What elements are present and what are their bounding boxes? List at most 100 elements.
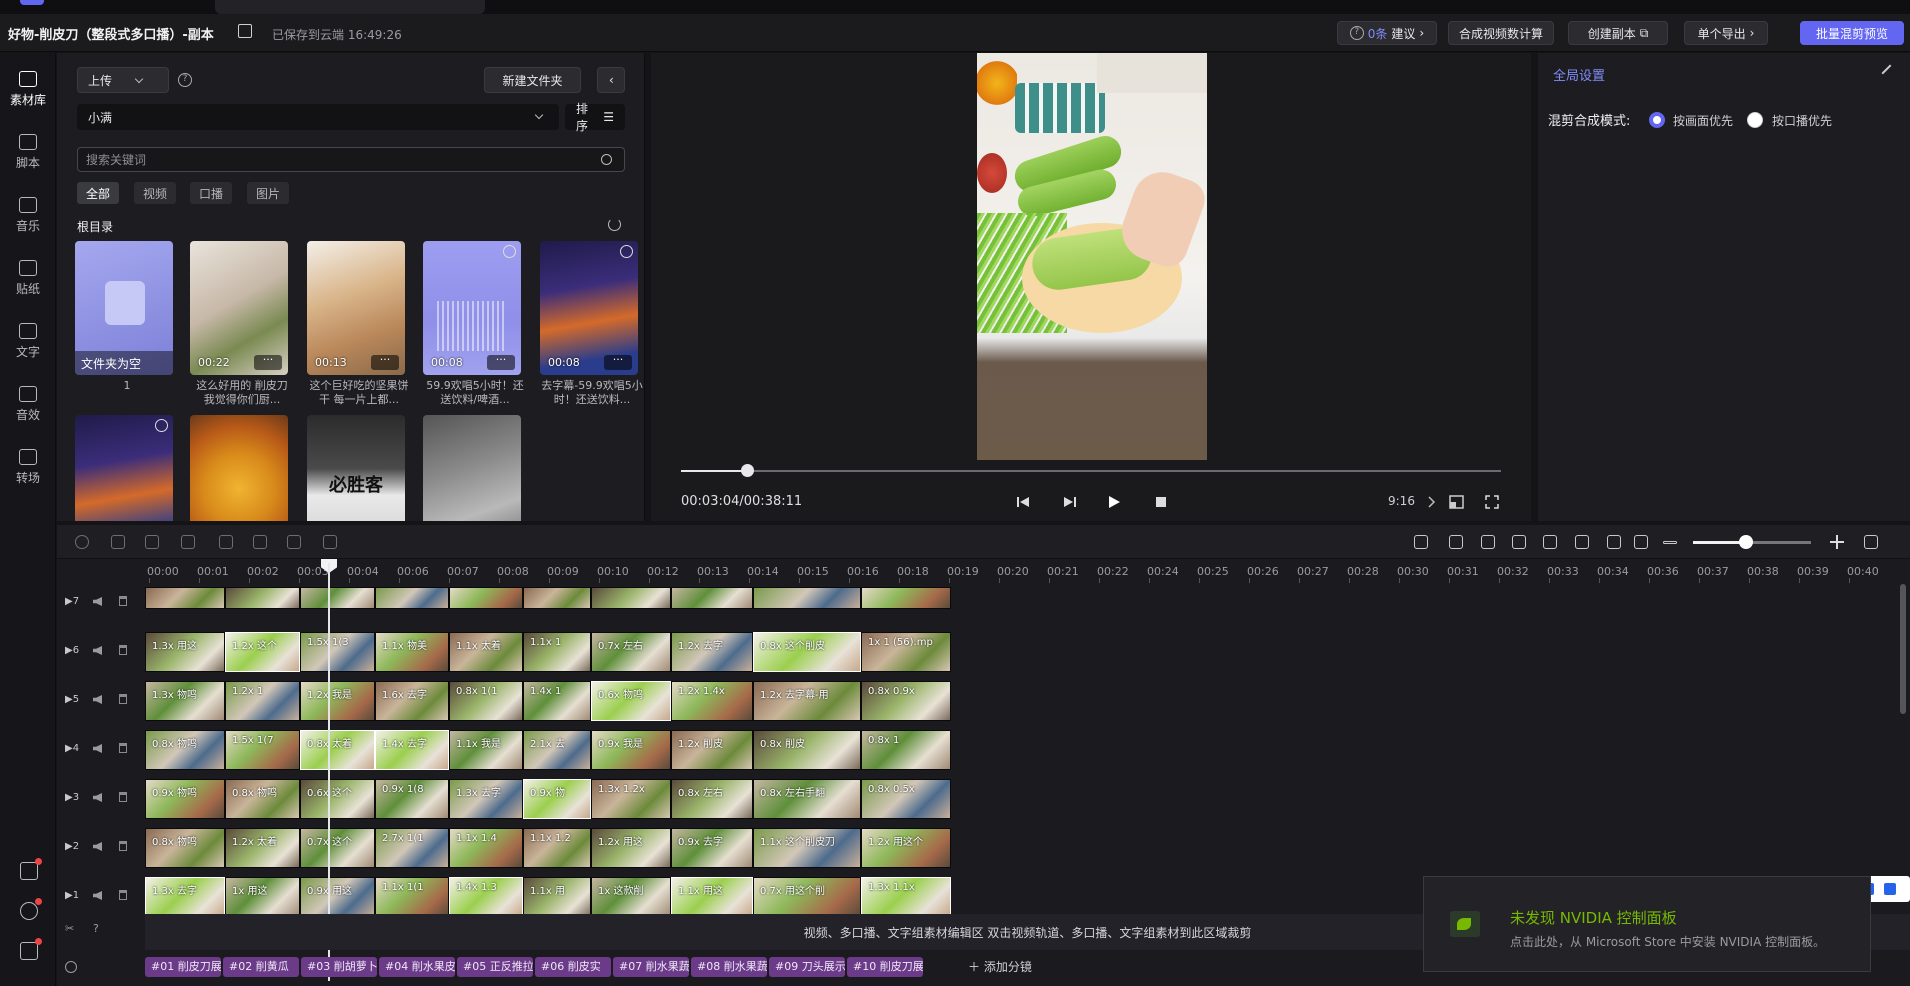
group-icon[interactable]	[323, 535, 337, 549]
timeline-clip[interactable]: 1.2x 用这	[591, 828, 671, 868]
create-copy-button[interactable]: 创建副本 ⧉	[1568, 21, 1668, 45]
timeline-clip[interactable]: 0.8x 0.9x	[861, 681, 951, 721]
timeline-clip[interactable]: 0.8x 太着	[300, 730, 375, 770]
timeline-clip[interactable]: 1.1x 太着	[449, 632, 523, 672]
timeline-clip[interactable]: 2.7x 1(1	[375, 828, 449, 868]
timeline-clip[interactable]: 0.9x 我是	[591, 730, 671, 770]
nav-script[interactable]: 脚本	[0, 124, 56, 182]
timeline-clip[interactable]: 0.8x 物鸣	[225, 779, 300, 819]
chevron-right-icon[interactable]	[1427, 495, 1437, 512]
timeline-clip[interactable]: 1.4x 1	[523, 681, 591, 721]
collapse-panel-button[interactable]: ‹	[597, 67, 625, 93]
new-folder-button[interactable]: 新建文件夹	[484, 67, 581, 93]
toolbox-icon[interactable]	[1884, 883, 1896, 895]
mute-icon[interactable]	[93, 793, 102, 802]
timeline-clip[interactable]: 0.8x 左右手翻	[753, 779, 861, 819]
align-icon[interactable]	[1543, 535, 1557, 549]
delete-track-icon[interactable]	[119, 645, 127, 655]
asset-card-video[interactable]: 00:08 ··· 去字幕-59.9欢唱5小时！还送饮料...	[540, 241, 643, 406]
switch-icon[interactable]	[20, 858, 42, 880]
edit-title-icon[interactable]	[238, 24, 252, 38]
more-options-icon[interactable]: ···	[604, 354, 632, 370]
timeline-clip[interactable]: 0.9x 去字	[671, 828, 753, 868]
delete-track-icon[interactable]	[119, 792, 127, 802]
timeline-clip[interactable]: 1.5x 1(7	[225, 730, 300, 770]
fit-timeline-icon[interactable]	[1864, 535, 1878, 549]
redo-icon[interactable]	[145, 535, 159, 549]
timeline-clip[interactable]: 1.3x 1.2x	[591, 779, 671, 819]
help-center-icon[interactable]	[20, 898, 42, 920]
timeline-clip[interactable]: 0.7x 左右	[591, 632, 671, 672]
undo-icon[interactable]	[111, 535, 125, 549]
nav-music[interactable]: 音乐	[0, 187, 56, 245]
fullscreen-icon[interactable]	[1485, 495, 1499, 512]
timeline-clip[interactable]: 0.6x 物鸣	[591, 681, 671, 721]
play-icon[interactable]	[1107, 495, 1121, 512]
timeline-clip[interactable]	[671, 587, 753, 609]
segment-tag[interactable]: #07 削水果蔬	[613, 957, 689, 977]
timeline-clip[interactable]: 1.1x 我是	[449, 730, 523, 770]
select-checkbox[interactable]	[503, 245, 516, 258]
timeline-clip[interactable]: 1.1x 用这	[671, 877, 753, 917]
timeline-clip[interactable]	[753, 587, 861, 609]
radio-voiceover-priority-label[interactable]: 按口播优先	[1772, 112, 1832, 129]
timeline-clip[interactable]: 1.1x 这个削皮刀	[753, 828, 861, 868]
timeline-clip[interactable]: 1.2x 1	[225, 681, 300, 721]
timeline-clip[interactable]: 1.1x 用	[523, 877, 591, 917]
help-icon[interactable]: ?	[178, 73, 192, 87]
search-input[interactable]: 搜索关键词	[77, 147, 625, 172]
timeline-clip[interactable]: 1x 用这	[225, 877, 300, 917]
asset-card-folder[interactable]: 文件夹为空 1	[75, 241, 173, 392]
timeline-clip[interactable]: 1.1x 1(1	[375, 877, 449, 917]
scissors-icon[interactable]: ✂	[65, 922, 74, 935]
asset-card-video[interactable]: 00:22 ··· 这么好用的 削皮刀 我觉得你们厨...	[190, 241, 288, 406]
timeline-clip[interactable]: 1.2x 1.4x	[671, 681, 753, 721]
delete-track-icon[interactable]	[119, 841, 127, 851]
delete-track-icon[interactable]	[119, 890, 127, 900]
upload-dropdown[interactable]: 上传	[77, 67, 169, 93]
timeline-clip[interactable]: 0.9x 用这	[300, 877, 375, 917]
mute-icon[interactable]	[93, 597, 102, 606]
timeline-clip[interactable]: 1.4x 1.3	[449, 877, 523, 917]
timeline-clip[interactable]: 1.3x 去字	[449, 779, 523, 819]
timeline-clip[interactable]: 1.2x 太着	[225, 828, 300, 868]
select-checkbox[interactable]	[155, 419, 168, 432]
suggestions-button[interactable]: ? 0条 建议 ›	[1337, 21, 1437, 45]
timeline-clip[interactable]: 1.2x 削皮	[671, 730, 753, 770]
segment-tag[interactable]: #02 削黄瓜	[223, 957, 299, 977]
timeline-clip[interactable]: 1.2x 去字幕-用	[753, 681, 861, 721]
timeline-clip[interactable]: 1.1x 1.4	[449, 828, 523, 868]
center-icon[interactable]	[1634, 535, 1648, 549]
zoom-handle[interactable]	[1739, 535, 1754, 549]
nav-library[interactable]: 素材库	[0, 61, 56, 119]
reset-icon[interactable]	[75, 535, 89, 549]
asset-card-video[interactable]	[75, 415, 173, 521]
timeline-clip[interactable]: 1.1x 1	[523, 632, 591, 672]
timeline-clip[interactable]: 1x 这款削	[591, 877, 671, 917]
trim-right-icon[interactable]	[253, 535, 267, 549]
delete-track-icon[interactable]	[119, 596, 127, 606]
timeline-clip[interactable]: 1.5x 1(3	[300, 632, 375, 672]
timeline-clip[interactable]: 1.3x 用这	[145, 632, 225, 672]
nav-sound-effect[interactable]: 音效	[0, 376, 56, 434]
pip-icon[interactable]	[1449, 495, 1465, 512]
nav-sticker[interactable]: 贴纸	[0, 250, 56, 308]
folder-select[interactable]: 小满	[77, 104, 559, 130]
timeline-clip[interactable]: 0.8x 1(1	[449, 681, 523, 721]
timeline-clip[interactable]: 0.8x 这个削皮	[753, 632, 861, 672]
add-segment-button[interactable]: ＋ 添加分镜	[968, 958, 1032, 975]
timeline-clip[interactable]: 0.8x 物鸣	[145, 730, 225, 770]
mute-icon[interactable]	[93, 891, 102, 900]
select-checkbox[interactable]	[620, 245, 633, 258]
compute-count-button[interactable]: 合成视频数计算	[1448, 21, 1554, 45]
radio-visual-priority-label[interactable]: 按画面优先	[1673, 112, 1733, 129]
browser-tab[interactable]	[215, 0, 485, 14]
timeline-clip[interactable]: 1.2x 这个	[225, 632, 300, 672]
next-frame-icon[interactable]	[1063, 495, 1077, 512]
time-ruler[interactable]: 00:00 00:01 00:02 00:03 00:04 00:06 00:07 00:08…	[145, 561, 1910, 583]
delete-icon[interactable]	[287, 535, 301, 549]
stop-icon[interactable]	[1154, 495, 1168, 512]
text-style-icon[interactable]	[1512, 535, 1526, 549]
asset-card-video[interactable]	[423, 415, 521, 521]
batch-preview-button[interactable]: 批量混剪预览	[1800, 21, 1904, 45]
